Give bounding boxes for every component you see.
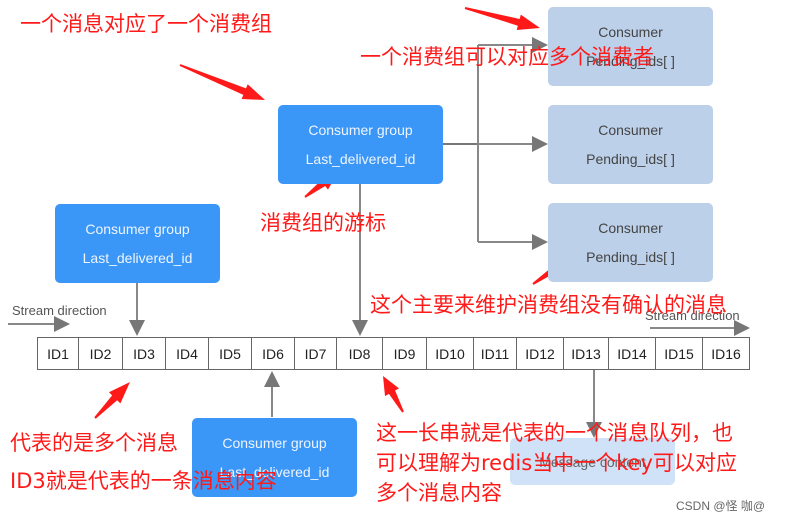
consumer-group-box-left: Consumer group Last_delivered_id — [55, 204, 220, 283]
annotation-message-to-group: 一个消息对应了一个消费组 — [20, 12, 272, 36]
stream-id-cell: ID9 — [383, 338, 427, 369]
stream-id-cell: ID6 — [252, 338, 295, 369]
consumer-label: Consumer — [598, 23, 663, 40]
stream-id-cell: ID2 — [79, 338, 123, 369]
consumer-group-label: Consumer group — [308, 121, 413, 138]
diagram: Consumer Pending_ids[ ] Consumer Pending… — [0, 0, 785, 520]
last-delivered-id-label: Last_delivered_id — [305, 151, 416, 168]
consumer-box-3: Consumer Pending_ids[ ] — [548, 203, 713, 282]
stream-direction-label-left: Stream direction — [12, 303, 107, 318]
annotation-queue-1: 这一长串就是代表的一个消息队列，也 — [376, 421, 733, 445]
stream-id-cell: ID4 — [166, 338, 209, 369]
pending-ids-label: Pending_ids[ ] — [586, 151, 675, 168]
red-annotation-arrow — [179, 64, 265, 100]
annotation-queue-2: 可以理解为redis当中一个key可以对应 — [376, 451, 737, 475]
last-delivered-id-label: Last_delivered_id — [82, 250, 193, 267]
stream-id-cell: ID12 — [517, 338, 564, 369]
stream-id-cell: ID5 — [209, 338, 252, 369]
annotation-multi-messages: 代表的是多个消息 — [10, 431, 178, 455]
consumer-group-label: Consumer group — [85, 220, 190, 237]
consumer-label: Consumer — [598, 219, 663, 236]
stream-id-cell: ID16 — [711, 345, 741, 362]
annotation-group-to-consumers: 一个消费组可以对应多个消费者 — [360, 45, 654, 69]
red-annotation-arrow — [464, 7, 540, 31]
annotation-queue-3: 多个消息内容 — [376, 481, 502, 505]
consumer-group-label: Consumer group — [222, 434, 327, 451]
stream-id-cell: ID14 — [609, 338, 656, 369]
red-annotation-arrow — [383, 376, 404, 413]
annotation-id3: ID3就是代表的一条消息内容 — [10, 469, 277, 493]
annotation-pending: 这个主要来维护消费组没有确认的消息 — [370, 293, 727, 317]
stream-id-cell: ID3 — [123, 338, 166, 369]
annotation-group-cursor: 消费组的游标 — [260, 211, 386, 235]
red-annotation-arrow — [94, 382, 130, 419]
stream-id-cell: ID8 — [337, 338, 383, 369]
watermark: CSDN @怪 咖@ — [676, 499, 766, 513]
stream-id-cell: ID10 — [427, 338, 474, 369]
stream-id-cell: ID15 — [656, 338, 703, 369]
stream-id-cell: ID13 — [564, 338, 609, 369]
consumer-label: Consumer — [598, 121, 663, 138]
stream-id-cell: ID1 — [38, 338, 79, 369]
stream-id-cell: ID11 — [474, 338, 517, 369]
consumer-box-2: Consumer Pending_ids[ ] — [548, 105, 713, 184]
stream-id-cell: ID7 — [295, 338, 337, 369]
pending-ids-label: Pending_ids[ ] — [586, 249, 675, 266]
stream-id-row: ID1 ID2 ID3 ID4 ID5 ID6 ID7 ID8 ID9 ID10 ID11 ID12 I… — [37, 337, 750, 370]
consumer-group-box-main: Consumer group Last_delivered_id — [278, 105, 443, 184]
